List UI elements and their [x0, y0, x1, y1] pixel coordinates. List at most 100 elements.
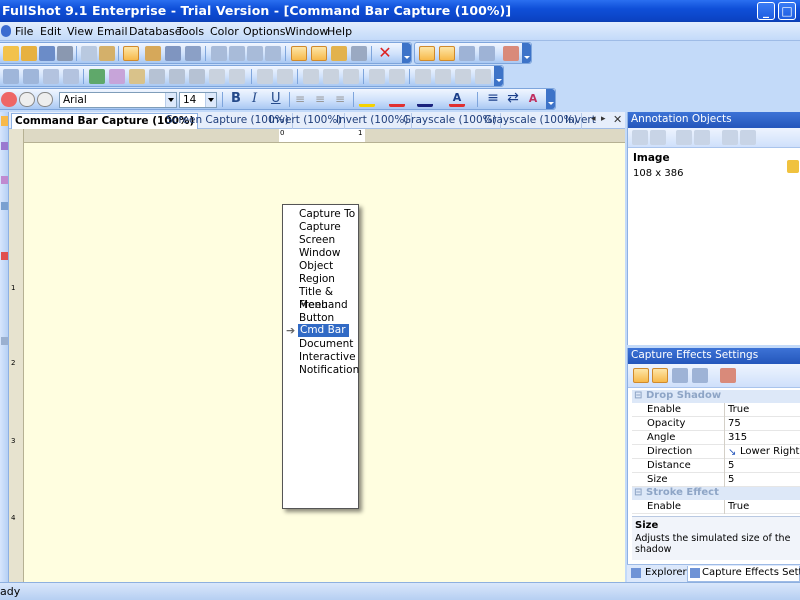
folder-icon[interactable]	[331, 46, 347, 61]
font-size-select[interactable]: 14	[179, 92, 217, 108]
view-icon[interactable]	[291, 46, 307, 61]
tab-explorer[interactable]: Explorer	[645, 567, 687, 578]
line-color-icon[interactable]	[417, 92, 433, 107]
annotation-tool-icon[interactable]	[722, 130, 738, 145]
bold-button[interactable]: B	[231, 91, 241, 106]
save-icon[interactable]	[39, 46, 55, 61]
effect-mode-icon[interactable]	[633, 368, 649, 383]
menu-window[interactable]: Window	[285, 25, 328, 38]
prop-row-angle[interactable]: Angle 315	[632, 431, 800, 445]
toolbar-options-icon[interactable]	[402, 43, 411, 63]
capture-region-icon[interactable]	[185, 46, 201, 61]
annotation-tool-icon[interactable]	[650, 130, 666, 145]
tool-icon[interactable]	[63, 69, 79, 84]
effect-icon[interactable]	[129, 69, 145, 84]
font-color-icon[interactable]: A	[449, 92, 465, 107]
menu-tools[interactable]: Tools	[177, 25, 204, 38]
text-effect-icon[interactable]: A	[525, 92, 541, 107]
effect-icon[interactable]	[415, 69, 431, 84]
tool-icon[interactable]	[3, 69, 19, 84]
email-icon[interactable]	[351, 46, 367, 61]
annotation-icon[interactable]	[19, 92, 35, 107]
tool-icon[interactable]	[1, 176, 8, 184]
effect-icon[interactable]	[475, 69, 491, 84]
prop-row-stroke-enable[interactable]: Enable True	[632, 500, 800, 514]
effect-mode-icon[interactable]	[672, 368, 688, 383]
tab-scroll-right-icon[interactable]: ▸	[601, 114, 606, 124]
tool-icon[interactable]	[1, 337, 8, 345]
menu-email[interactable]: Email	[97, 25, 128, 38]
menu-file[interactable]: File	[15, 25, 33, 38]
toolbar-options-icon[interactable]	[522, 43, 531, 63]
paste-icon[interactable]	[99, 46, 115, 61]
annotation-icon[interactable]	[37, 92, 53, 107]
menu-view[interactable]: View	[67, 25, 93, 38]
annotation-icon[interactable]	[1, 92, 17, 107]
color-icon[interactable]	[89, 69, 105, 84]
tab-scroll-left-icon[interactable]: ◂	[591, 114, 596, 124]
flip-icon[interactable]	[229, 46, 245, 61]
effect-icon[interactable]	[277, 69, 293, 84]
toolbar-options-icon[interactable]	[494, 66, 503, 86]
category-drop-shadow[interactable]: ⊟ Drop Shadow	[632, 390, 800, 403]
effect-icon[interactable]	[169, 69, 185, 84]
tool-icon[interactable]	[1, 252, 8, 260]
lock-icon[interactable]	[787, 160, 799, 173]
prop-row-opacity[interactable]: Opacity 75	[632, 417, 800, 431]
effect-icon[interactable]	[149, 69, 165, 84]
capture-full-icon[interactable]	[439, 46, 455, 61]
highlight-icon[interactable]	[389, 92, 405, 107]
effect-mode-icon[interactable]	[652, 368, 668, 383]
effect-icon[interactable]	[209, 69, 225, 84]
font-name-select[interactable]: Arial	[59, 92, 177, 108]
effect-icon[interactable]	[389, 69, 405, 84]
redo-icon[interactable]	[265, 46, 281, 61]
menu-color[interactable]: Color	[210, 25, 239, 38]
print-icon[interactable]	[57, 46, 73, 61]
prop-row-distance[interactable]: Distance 5	[632, 459, 800, 473]
maximize-button[interactable]: □	[778, 2, 796, 20]
effect-icon[interactable]	[369, 69, 385, 84]
effect-icon[interactable]	[229, 69, 245, 84]
tool-icon[interactable]	[1, 142, 8, 150]
prop-row-size[interactable]: Size 5	[632, 473, 800, 487]
annotation-tool-icon[interactable]	[694, 130, 710, 145]
capture-mode-icon[interactable]	[419, 46, 435, 61]
new-icon[interactable]	[3, 46, 19, 61]
undo-icon[interactable]	[247, 46, 263, 61]
toolbar-options-icon[interactable]	[546, 89, 555, 109]
capture-window-icon[interactable]	[165, 46, 181, 61]
capture-settings-icon[interactable]	[503, 46, 519, 61]
menu-edit[interactable]: Edit	[40, 25, 61, 38]
align-right-icon[interactable]: ≡	[335, 92, 351, 107]
italic-button[interactable]: I	[252, 91, 257, 106]
effect-settings-icon[interactable]	[720, 368, 736, 383]
copy-icon[interactable]	[81, 46, 97, 61]
prop-row-direction[interactable]: Direction ↘ Lower Right	[632, 445, 800, 459]
arrow-style-icon[interactable]: ⇄	[505, 91, 521, 107]
pointer-tool-icon[interactable]	[1, 116, 8, 126]
fit-icon[interactable]	[311, 46, 327, 61]
line-style-icon[interactable]: ≡	[485, 91, 501, 107]
capture-object-icon[interactable]	[459, 46, 475, 61]
effect-icon[interactable]	[257, 69, 273, 84]
category-stroke-effect[interactable]: ⊟ Stroke Effect	[632, 487, 800, 500]
tool-icon[interactable]	[1, 202, 8, 210]
align-center-icon[interactable]: ≡	[315, 92, 331, 107]
annotation-tool-icon[interactable]	[740, 130, 756, 145]
effect-icon[interactable]	[455, 69, 471, 84]
align-left-icon[interactable]: ≡	[295, 92, 311, 107]
underline-button[interactable]: U	[271, 91, 281, 106]
effect-icon[interactable]	[303, 69, 319, 84]
effect-mode-icon[interactable]	[692, 368, 708, 383]
annotation-tool-icon[interactable]	[632, 130, 648, 145]
effect-icon[interactable]	[435, 69, 451, 84]
effect-icon[interactable]	[343, 69, 359, 84]
menu-options[interactable]: Options	[243, 25, 285, 38]
select-tool-icon[interactable]	[123, 46, 139, 61]
app-menu-icon[interactable]	[1, 25, 11, 37]
close-icon[interactable]: ✕	[613, 113, 622, 126]
fill-color-icon[interactable]	[359, 92, 375, 107]
tool-icon[interactable]	[23, 69, 39, 84]
open-icon[interactable]	[21, 46, 37, 61]
